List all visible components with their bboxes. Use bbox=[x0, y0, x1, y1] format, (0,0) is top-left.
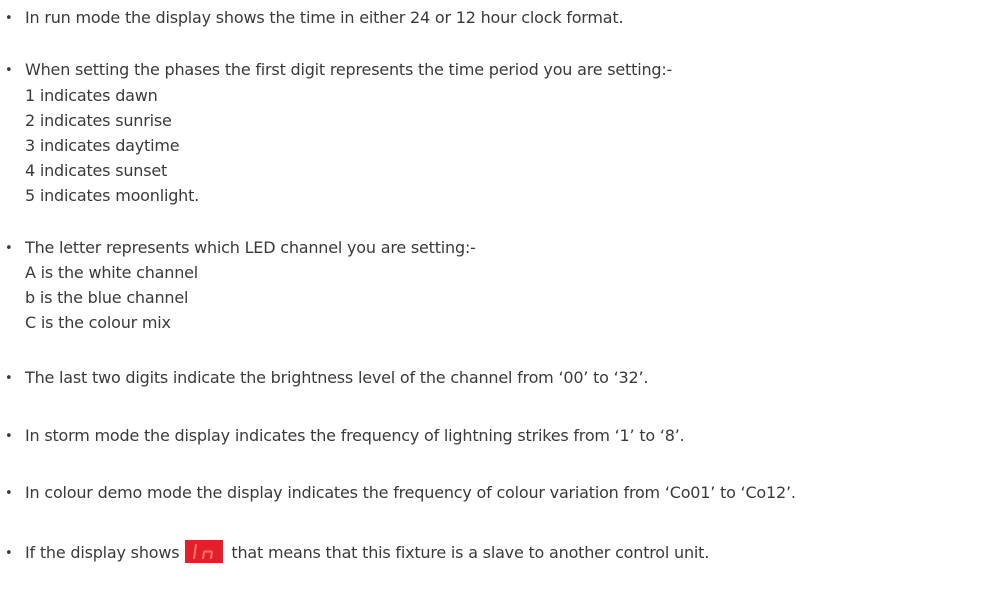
colour-demo-text: In colour demo mode the display indicate… bbox=[25, 483, 796, 502]
storm-text: In storm mode the display indicates the … bbox=[25, 426, 685, 445]
bullet-icon: • bbox=[5, 546, 13, 561]
bullet-icon: • bbox=[5, 486, 13, 501]
slave-before-text: If the display shows bbox=[25, 543, 180, 562]
bullet-colour-demo: • In colour demo mode the display indicat… bbox=[5, 483, 796, 504]
bullet-icon: • bbox=[5, 11, 13, 26]
bullet-storm: • In storm mode the display indicates the… bbox=[5, 426, 685, 447]
phase-item: 5 indicates moonlight. bbox=[25, 186, 200, 205]
bullet-run-mode: • In run mode the display shows the time … bbox=[5, 8, 624, 29]
phases-intro-text: When setting the phases the first digit … bbox=[25, 60, 673, 79]
instruction-page: • In run mode the display shows the time … bbox=[0, 0, 997, 612]
bullet-letter: • The letter represents which LED channel… bbox=[5, 238, 476, 259]
phase-item: 1 indicates dawn bbox=[25, 86, 158, 105]
bullet-icon: • bbox=[5, 371, 13, 386]
bullet-phases: • When setting the phases the first digit… bbox=[5, 60, 672, 81]
phase-item: 4 indicates sunset bbox=[25, 161, 168, 180]
slave-after-text: that means that this fixture is a slave … bbox=[231, 543, 710, 562]
bullet-icon: • bbox=[5, 429, 13, 444]
letter-intro-text: The letter represents which LED channel … bbox=[25, 238, 476, 257]
bullet-icon: • bbox=[5, 241, 13, 256]
phase-item: 3 indicates daytime bbox=[25, 136, 180, 155]
bullet-brightness: • The last two digits indicate the bright… bbox=[5, 368, 648, 389]
bullet-icon: • bbox=[5, 63, 13, 78]
brightness-text: The last two digits indicate the brightn… bbox=[25, 368, 649, 387]
run-mode-text: In run mode the display shows the time i… bbox=[25, 8, 624, 27]
letter-item: C is the colour mix bbox=[25, 313, 171, 332]
ln-led-display-icon bbox=[185, 540, 224, 563]
letter-item: b is the blue channel bbox=[25, 288, 189, 307]
phase-item: 2 indicates sunrise bbox=[25, 111, 172, 130]
bullet-slave: • If the display shows that means that thi… bbox=[5, 540, 709, 564]
letter-item: A is the white channel bbox=[25, 263, 199, 282]
